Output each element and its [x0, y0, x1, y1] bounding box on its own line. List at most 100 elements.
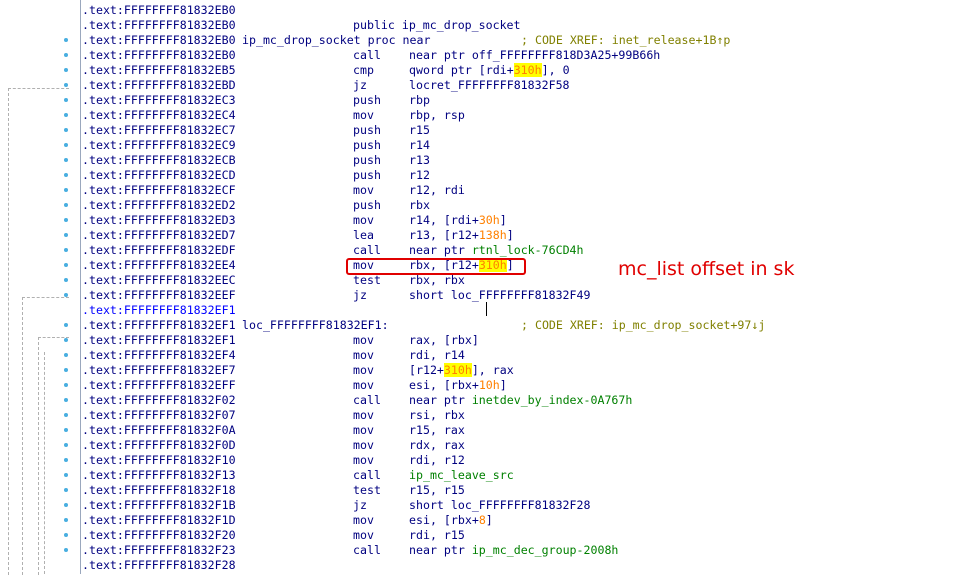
instruction-mnemonic[interactable]: mov — [353, 183, 374, 198]
breakpoint-dot-icon[interactable] — [64, 68, 68, 72]
instruction-operands[interactable]: qword ptr [rdi+310h], 0 — [409, 63, 570, 78]
listing-line[interactable]: .text:FFFFFFFF81832EEF jz short loc_FFFFFF… — [82, 288, 979, 303]
instruction-operands[interactable]: near ptr inetdev_by_index-0A767h — [409, 393, 632, 408]
line-address[interactable]: .text:FFFFFFFF81832F0A — [82, 423, 236, 438]
instruction-mnemonic[interactable]: mov — [353, 213, 374, 228]
instruction-operands[interactable]: r15 — [409, 123, 430, 138]
instruction-mnemonic[interactable]: jz — [353, 78, 367, 93]
line-address[interactable]: .text:FFFFFFFF81832EB0 — [82, 48, 236, 63]
instruction-operands[interactable]: r12, rdi — [409, 183, 465, 198]
instruction-mnemonic[interactable]: test — [353, 273, 381, 288]
listing-line[interactable]: .text:FFFFFFFF81832F20 mov rdi, r15 — [82, 528, 979, 543]
line-address[interactable]: .text:FFFFFFFF81832ECB — [82, 153, 236, 168]
listing-line[interactable]: .text:FFFFFFFF81832F10 mov rdi, r12 — [82, 453, 979, 468]
line-address[interactable]: .text:FFFFFFFF81832EF1 — [82, 303, 236, 318]
instruction-operands[interactable]: r13, [r12+138h] — [409, 228, 514, 243]
instruction-operands[interactable]: r15, r15 — [409, 483, 465, 498]
instruction-mnemonic[interactable]: push — [353, 168, 381, 183]
line-address[interactable]: .text:FFFFFFFF81832ECD — [82, 168, 236, 183]
listing-line[interactable]: .text:FFFFFFFF81832EF1 mov rax, [rbx] — [82, 333, 979, 348]
instruction-mnemonic[interactable]: mov — [353, 363, 374, 378]
instruction-operands[interactable]: esi, [rbx+10h] — [409, 378, 507, 393]
instruction-mnemonic[interactable]: mov — [353, 378, 374, 393]
listing-line[interactable]: .text:FFFFFFFF81832EB0 ip_mc_drop_socket … — [82, 33, 979, 48]
listing-line[interactable]: .text:FFFFFFFF81832ECD push r12 — [82, 168, 979, 183]
line-address[interactable]: .text:FFFFFFFF81832EFF — [82, 378, 236, 393]
instruction-operands[interactable]: ip_mc_leave_src — [409, 468, 514, 483]
line-address[interactable]: .text:FFFFFFFF81832F13 — [82, 468, 236, 483]
instruction-mnemonic[interactable]: mov — [353, 528, 374, 543]
line-address[interactable]: .text:FFFFFFFF81832EC7 — [82, 123, 236, 138]
line-address[interactable]: .text:FFFFFFFF81832EB0 — [82, 33, 236, 48]
listing-line[interactable]: .text:FFFFFFFF81832F02 call near ptr inetd… — [82, 393, 979, 408]
line-address[interactable]: .text:FFFFFFFF81832EEF — [82, 288, 236, 303]
line-address[interactable]: .text:FFFFFFFF81832EBD — [82, 78, 236, 93]
line-address[interactable]: .text:FFFFFFFF81832F02 — [82, 393, 236, 408]
line-address[interactable]: .text:FFFFFFFF81832EC3 — [82, 93, 236, 108]
symbol-name[interactable]: ip_mc_dec_group — [472, 543, 577, 557]
line-address[interactable]: .text:FFFFFFFF81832F1D — [82, 513, 236, 528]
code-label[interactable]: ip_mc_drop_socket proc near — [242, 33, 430, 48]
line-address[interactable]: .text:FFFFFFFF81832EC4 — [82, 108, 236, 123]
instruction-operands[interactable]: r13 — [409, 153, 430, 168]
line-address[interactable]: .text:FFFFFFFF81832EF1 — [82, 333, 236, 348]
line-address[interactable]: .text:FFFFFFFF81832F28 — [82, 558, 236, 573]
listing-line[interactable]: .text:FFFFFFFF81832EBD jz locret_FFFFFFFF8… — [82, 78, 979, 93]
instruction-operands[interactable]: r12 — [409, 168, 430, 183]
instruction-operands[interactable]: near ptr rtnl_lock-76CD4h — [409, 243, 584, 258]
line-address[interactable]: .text:FFFFFFFF81832F07 — [82, 408, 236, 423]
listing-line[interactable]: .text:FFFFFFFF81832EF7 mov [r12+310h], rax — [82, 363, 979, 378]
listing-line[interactable]: .text:FFFFFFFF81832F18 test r15, r15 — [82, 483, 979, 498]
line-address[interactable]: .text:FFFFFFFF81832EF7 — [82, 363, 236, 378]
xref-comment[interactable]: ; CODE XREF: ip_mc_drop_socket+97↓j — [521, 318, 765, 333]
line-address[interactable]: .text:FFFFFFFF81832F23 — [82, 543, 236, 558]
xref-comment[interactable]: ; CODE XREF: inet_release+1B↑p — [521, 33, 730, 48]
instruction-mnemonic[interactable]: mov — [353, 408, 374, 423]
instruction-operands[interactable]: locret_FFFFFFFF81832F58 — [409, 78, 570, 93]
listing-line[interactable]: .text:FFFFFFFF81832EDF call near ptr rtnl_… — [82, 243, 979, 258]
listing-line[interactable]: .text:FFFFFFFF81832EC9 push r14 — [82, 138, 979, 153]
breakpoint-dot-icon[interactable] — [64, 38, 68, 42]
instruction-mnemonic[interactable]: call — [353, 243, 381, 258]
instruction-mnemonic[interactable]: cmp — [353, 63, 374, 78]
listing-line[interactable]: .text:FFFFFFFF81832ED3 mov r14, [rdi+30h] — [82, 213, 979, 228]
instruction-mnemonic[interactable]: mov — [353, 513, 374, 528]
instruction-operands[interactable]: rax, [rbx] — [409, 333, 479, 348]
listing-line[interactable]: .text:FFFFFFFF81832F0D mov rdx, rax — [82, 438, 979, 453]
listing-line[interactable]: .text:FFFFFFFF81832EFF mov esi, [rbx+10h] — [82, 378, 979, 393]
listing-line[interactable]: .text:FFFFFFFF81832EB5 cmp qword ptr [rdi+… — [82, 63, 979, 78]
line-address[interactable]: .text:FFFFFFFF81832ED2 — [82, 198, 236, 213]
listing-line[interactable]: .text:FFFFFFFF81832EB0 public ip_mc_drop_… — [82, 18, 979, 33]
instruction-operands[interactable]: near ptr off_FFFFFFFF818D3A25+99B66h — [409, 48, 660, 63]
listing-line[interactable]: .text:FFFFFFFF81832EF1 — [82, 303, 979, 318]
listing-line[interactable]: .text:FFFFFFFF81832F1D mov esi, [rbx+8] — [82, 513, 979, 528]
symbol-name[interactable]: -0A767h — [584, 393, 633, 407]
listing-line[interactable]: .text:FFFFFFFF81832F07 mov rsi, rbx — [82, 408, 979, 423]
symbol-name[interactable]: -76CD4h — [535, 243, 584, 257]
line-address[interactable]: .text:FFFFFFFF81832EF4 — [82, 348, 236, 363]
instruction-mnemonic[interactable]: jz — [353, 288, 367, 303]
instruction-operands[interactable]: rsi, rbx — [409, 408, 465, 423]
instruction-mnemonic[interactable]: mov — [353, 333, 374, 348]
line-address[interactable]: .text:FFFFFFFF81832EC9 — [82, 138, 236, 153]
instruction-mnemonic[interactable]: mov — [353, 453, 374, 468]
listing-line[interactable]: .text:FFFFFFFF81832EC4 mov rbp, rsp — [82, 108, 979, 123]
instruction-operands[interactable]: short loc_FFFFFFFF81832F28 — [409, 498, 590, 513]
instruction-mnemonic[interactable]: mov — [353, 438, 374, 453]
line-address[interactable]: .text:FFFFFFFF81832ECF — [82, 183, 236, 198]
line-address[interactable]: .text:FFFFFFFF81832EEC — [82, 273, 236, 288]
instruction-operands[interactable]: rbp — [409, 93, 430, 108]
listing-line[interactable]: .text:FFFFFFFF81832F28 — [82, 558, 979, 573]
instruction-mnemonic[interactable]: mov — [353, 348, 374, 363]
symbol-name[interactable]: -2008h — [577, 543, 619, 557]
listing-line[interactable]: .text:FFFFFFFF81832EB0 — [82, 3, 979, 18]
listing-line[interactable]: .text:FFFFFFFF81832F1B jz short loc_FFFFFF… — [82, 498, 979, 513]
instruction-operands[interactable]: public ip_mc_drop_socket — [353, 18, 521, 33]
instruction-operands[interactable]: rdi, r14 — [409, 348, 465, 363]
line-address[interactable]: .text:FFFFFFFF81832EDF — [82, 243, 236, 258]
listing-line[interactable]: .text:FFFFFFFF81832F13 call ip_mc_leave_sr… — [82, 468, 979, 483]
listing-line[interactable]: .text:FFFFFFFF81832ED7 lea r13, [r12+138h] — [82, 228, 979, 243]
listing-line[interactable]: .text:FFFFFFFF81832EEC test rbx, rbx — [82, 273, 979, 288]
instruction-mnemonic[interactable]: call — [353, 48, 381, 63]
instruction-operands[interactable]: esi, [rbx+8] — [409, 513, 493, 528]
